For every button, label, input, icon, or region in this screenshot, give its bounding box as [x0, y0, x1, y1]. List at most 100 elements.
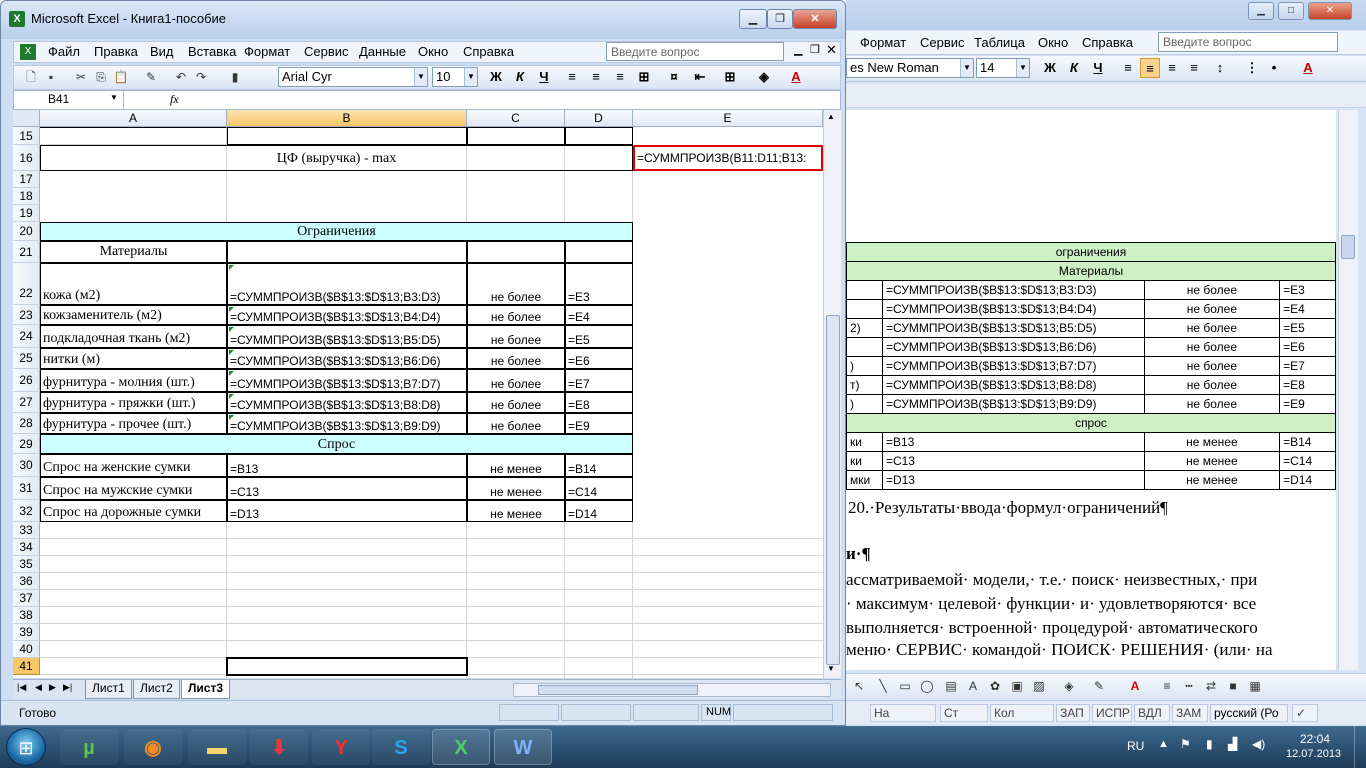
cell-constraint-sign[interactable]: не более: [467, 263, 565, 305]
cell-demand-header[interactable]: Спрос: [40, 434, 633, 454]
cell-demand-sign[interactable]: не менее: [467, 477, 565, 500]
cell-constraint-limit[interactable]: =E7: [565, 369, 633, 392]
row-header[interactable]: 20: [13, 222, 40, 241]
menu-view[interactable]: Вид: [150, 44, 174, 59]
word-question-box[interactable]: Введите вопрос: [1158, 32, 1338, 52]
show-desktop-button[interactable]: [1354, 726, 1366, 768]
align-center-icon[interactable]: ≡: [586, 67, 606, 87]
scroll-down-icon[interactable]: ▼: [827, 664, 835, 673]
picture-icon[interactable]: ▨: [1030, 677, 1048, 695]
spreadsheet-grid[interactable]: A B C D E 15 16 17 18 19 20 21 22 23 24 …: [13, 110, 823, 678]
scroll-thumb[interactable]: [826, 315, 840, 665]
cell-constraint-limit[interactable]: =E8: [565, 392, 633, 413]
textbox-icon[interactable]: ▤: [942, 677, 960, 695]
copy-icon[interactable]: ⎘: [92, 68, 110, 86]
row-header[interactable]: 30: [13, 454, 40, 477]
function-icon[interactable]: fx: [170, 92, 179, 107]
prev-sheet-icon[interactable]: ◀: [35, 682, 42, 693]
italic-button[interactable]: К: [510, 67, 530, 87]
excel-taskbar-button[interactable]: X: [432, 729, 490, 765]
cell-materials-header[interactable]: Материалы: [40, 241, 227, 263]
row-header[interactable]: 29: [13, 434, 40, 454]
row-header[interactable]: 18: [13, 188, 40, 205]
row-header[interactable]: 38: [13, 607, 40, 624]
cell-constraint-limit[interactable]: =E3: [565, 263, 633, 305]
last-sheet-icon[interactable]: ▶|: [63, 682, 72, 693]
cell-constraints-header[interactable]: Ограничения: [40, 222, 633, 241]
formula-input[interactable]: [194, 91, 834, 109]
font-color-icon[interactable]: A: [786, 67, 806, 87]
excel-doc-icon[interactable]: X: [20, 44, 36, 60]
cell-demand-formula[interactable]: =B13: [227, 454, 467, 477]
cut-icon[interactable]: ✂: [72, 68, 90, 86]
menu-help[interactable]: Справка: [463, 44, 514, 59]
row-header[interactable]: 23: [13, 305, 40, 325]
cell-constraint-sign[interactable]: не более: [467, 369, 565, 392]
row-header[interactable]: 19: [13, 205, 40, 222]
word-size-combo[interactable]: 14 ▼: [976, 58, 1030, 78]
doc-restore-icon[interactable]: ❐: [810, 43, 820, 56]
word-status-zap[interactable]: ЗАП: [1056, 704, 1090, 722]
utorrent-icon[interactable]: µ: [60, 729, 118, 765]
cell-objective-label[interactable]: ЦФ (выручка) - max: [40, 145, 633, 171]
cell-constraint-formula[interactable]: =СУММПРОИЗВ($B$13:$D$13;B4:D4): [227, 305, 467, 325]
row-header[interactable]: 36: [13, 573, 40, 590]
row-header[interactable]: 17: [13, 171, 40, 188]
menu-file[interactable]: Файл: [48, 44, 80, 59]
font-color-icon[interactable]: A: [1126, 677, 1144, 695]
paste-icon[interactable]: 📋: [112, 68, 130, 86]
word-menu-format[interactable]: Формат: [860, 35, 906, 50]
font-name-combo[interactable]: Arial Cyr ▼: [278, 67, 428, 87]
clock-time[interactable]: 22:04: [1300, 732, 1330, 746]
font-size-combo[interactable]: 10 ▼: [432, 67, 478, 87]
word-menu-help[interactable]: Справка: [1082, 35, 1133, 50]
skype-icon[interactable]: S: [372, 729, 430, 765]
word-menu-table[interactable]: Таблица: [974, 35, 1025, 50]
row-header[interactable]: 39: [13, 624, 40, 641]
cell-c21[interactable]: [467, 241, 565, 263]
sheet-tab-1[interactable]: Лист1: [85, 680, 132, 699]
cell-constraint-formula[interactable]: =СУММПРОИЗВ($B$13:$D$13;B5:D5): [227, 325, 467, 348]
word-bold-button[interactable]: Ж: [1040, 58, 1060, 78]
row-header[interactable]: 24: [13, 325, 40, 348]
bold-button[interactable]: Ж: [486, 67, 506, 87]
cell-c15[interactable]: [467, 127, 565, 145]
menu-insert[interactable]: Вставка: [188, 44, 236, 59]
dash-style-icon[interactable]: ┅: [1180, 677, 1198, 695]
cell-constraint-formula[interactable]: =СУММПРОИЗВ($B$13:$D$13;B3:D3): [227, 263, 467, 305]
show-hidden-icons-icon[interactable]: ▲: [1158, 738, 1169, 750]
word-italic-button[interactable]: К: [1064, 58, 1084, 78]
word-status-zam[interactable]: ЗАМ: [1172, 704, 1208, 722]
rectangle-icon[interactable]: ▭: [896, 677, 914, 695]
3d-icon[interactable]: ▦: [1246, 677, 1264, 695]
cell-constraint-formula[interactable]: =СУММПРОИЗВ($B$13:$D$13;B6:D6): [227, 348, 467, 369]
chart-wizard-icon[interactable]: ▮: [226, 68, 244, 86]
cell-demand-limit[interactable]: =D14: [565, 500, 633, 522]
fill-color-icon[interactable]: ◈: [754, 67, 774, 87]
row-header[interactable]: 15: [13, 127, 40, 145]
word-minimize-button[interactable]: ▁: [1248, 2, 1274, 20]
cell-constraint-sign[interactable]: не более: [467, 348, 565, 369]
cell-constraint-limit[interactable]: =E5: [565, 325, 633, 348]
cell-constraint-formula[interactable]: =СУММПРОИЗВ($B$13:$D$13;B9:D9): [227, 413, 467, 434]
name-box[interactable]: B41: [14, 91, 124, 109]
row-header[interactable]: 31: [13, 477, 40, 500]
word-taskbar-button[interactable]: W: [494, 729, 552, 765]
cell-material-name[interactable]: кожзаменитель (м2): [40, 305, 227, 325]
format-painter-icon[interactable]: ✎: [142, 68, 160, 86]
redo-icon[interactable]: ↷: [192, 68, 210, 86]
word-vertical-scrollbar[interactable]: [1338, 110, 1358, 670]
column-header-b[interactable]: B: [227, 110, 467, 127]
cell-demand-formula[interactable]: =C13: [227, 477, 467, 500]
row-header[interactable]: 32: [13, 500, 40, 522]
firefox-icon[interactable]: ◉: [124, 729, 182, 765]
line-style-icon[interactable]: ≡: [1158, 677, 1176, 695]
doc-minimize-icon[interactable]: ▁: [794, 43, 802, 56]
cell-material-name[interactable]: фурнитура - прочее (шт.): [40, 413, 227, 434]
word-status-vdl[interactable]: ВДЛ: [1134, 704, 1170, 722]
save-icon[interactable]: ▪: [42, 68, 60, 86]
horizontal-scroll-thumb[interactable]: [538, 685, 698, 695]
word-menu-service[interactable]: Сервис: [920, 35, 965, 50]
row-header[interactable]: 16: [13, 145, 40, 171]
cell-constraint-limit[interactable]: =E6: [565, 348, 633, 369]
